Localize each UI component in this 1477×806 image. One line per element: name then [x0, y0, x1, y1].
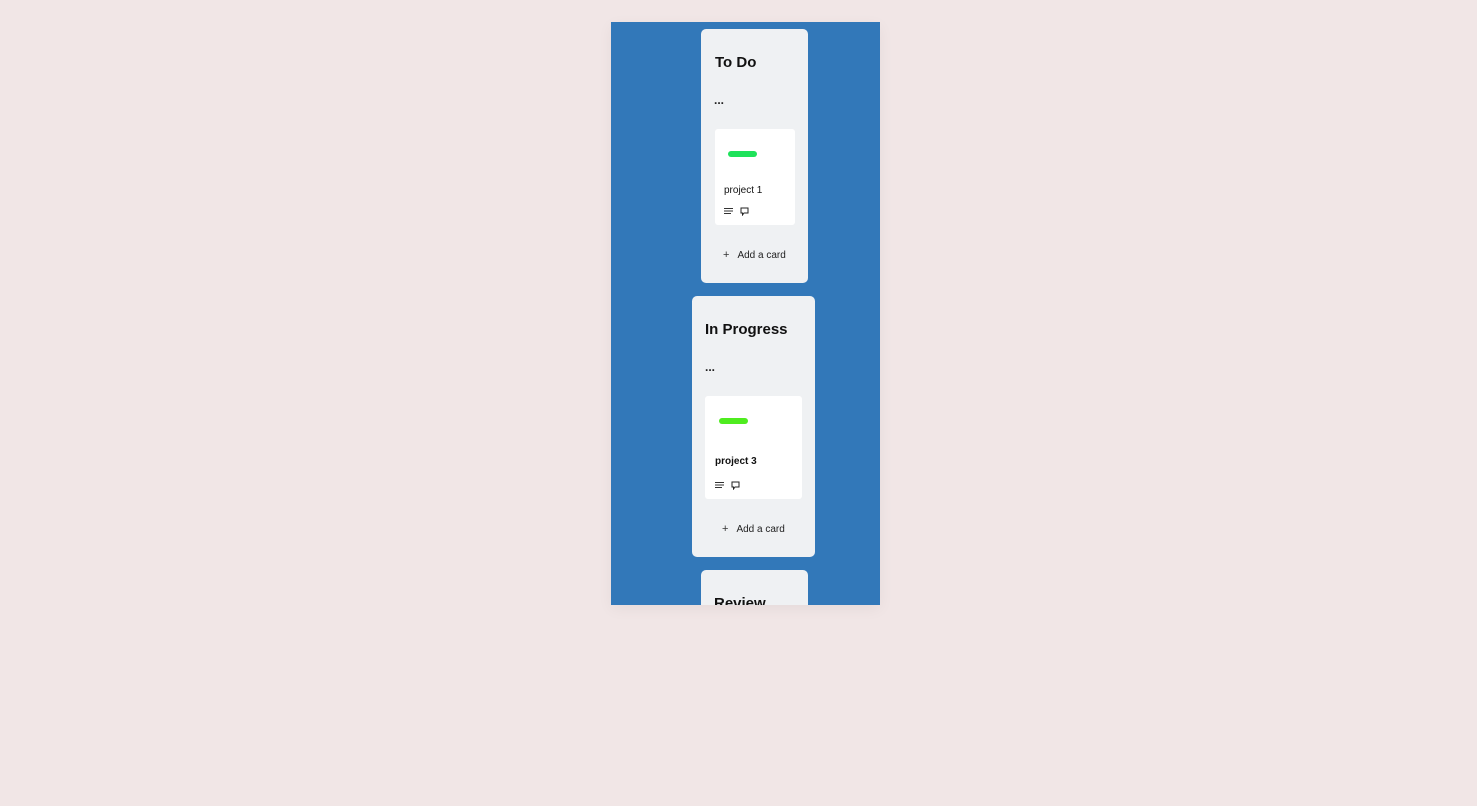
card-badges	[715, 481, 740, 490]
description-icon	[715, 482, 724, 488]
add-card-button[interactable]: + Add a card	[722, 523, 785, 535]
list-in-progress: In Progress ... project 3 + Add a card	[692, 296, 815, 557]
description-icon	[724, 208, 733, 214]
card-project-3[interactable]: project 3	[705, 396, 802, 499]
card-label[interactable]	[719, 418, 748, 424]
list-menu-button[interactable]: ...	[714, 93, 724, 107]
list-title[interactable]: In Progress	[705, 321, 788, 338]
list-menu-button[interactable]: ...	[705, 360, 715, 374]
card-title: project 1	[724, 185, 763, 196]
add-card-button[interactable]: + Add a card	[723, 249, 786, 261]
card-badges	[724, 207, 749, 216]
board: To Do ... project 1 + Add a card In Prog…	[611, 22, 880, 605]
card-label[interactable]	[728, 151, 757, 157]
comment-icon	[740, 207, 749, 216]
list-title[interactable]: To Do	[715, 54, 756, 71]
add-card-label: Add a card	[736, 523, 785, 535]
plus-icon: +	[723, 249, 730, 261]
card-title: project 3	[715, 456, 757, 467]
card-project-1[interactable]: project 1	[715, 129, 795, 225]
list-review: Review	[701, 570, 808, 605]
comment-icon	[731, 481, 740, 490]
list-title[interactable]: Review	[714, 595, 766, 605]
plus-icon: +	[722, 523, 729, 535]
add-card-label: Add a card	[737, 249, 786, 261]
list-to-do: To Do ... project 1 + Add a card	[701, 29, 808, 283]
